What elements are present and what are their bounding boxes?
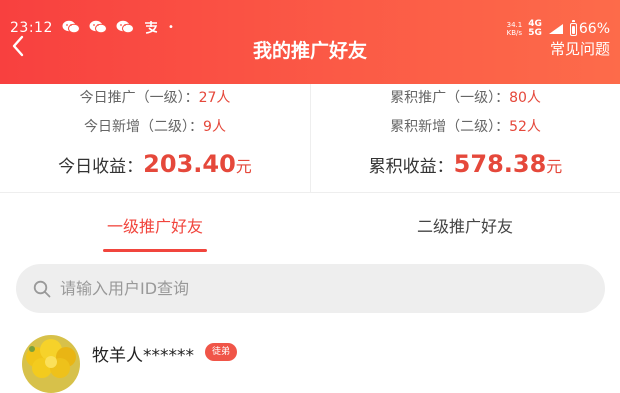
today-level1-value: 27人	[198, 90, 231, 106]
today-earnings-unit: 元	[235, 157, 252, 176]
today-level2-label: 今日新增（二级）：	[84, 119, 204, 135]
tab-level1-friends[interactable]: 一级推广好友	[0, 213, 310, 237]
friend-badge: 徒弟	[205, 343, 238, 361]
tab-level2-friends[interactable]: 二级推广好友	[310, 213, 620, 237]
battery-status: 66%	[569, 19, 610, 37]
total-earnings-amount: 578.38	[453, 150, 547, 178]
total-level2-line: 累积新增（二级）：52人	[311, 116, 620, 136]
today-earnings: 今日收益：203.40元	[0, 150, 310, 178]
total-earnings: 累积收益：578.38元	[311, 150, 620, 178]
wechat-icon	[116, 20, 134, 34]
battery-icon	[569, 19, 577, 36]
avatar-image	[22, 335, 80, 393]
avatar	[22, 335, 80, 393]
today-earnings-amount: 203.40	[143, 150, 236, 178]
network-speed: 34.1 KB/s	[507, 21, 523, 37]
total-earnings-label: 累积收益：	[368, 157, 454, 177]
app-header: 23:12 • 34.1 KB/s 4G 5G 66% 我的推广好友 常见问题	[0, 0, 620, 84]
today-level2-line: 今日新增（二级）：9人	[0, 116, 310, 136]
signal-icon	[548, 23, 564, 35]
search-input[interactable]	[60, 264, 580, 313]
search-icon	[33, 280, 51, 298]
status-dot: •	[168, 21, 174, 33]
friend-level-tabs: 一级推广好友 二级推广好友	[0, 193, 620, 255]
total-level1-label: 累积推广（一级）：	[390, 90, 510, 106]
total-level1-line: 累积推广（一级）：80人	[311, 87, 620, 107]
wechat-icon	[89, 20, 107, 34]
today-level1-line: 今日推广（一级）：27人	[0, 87, 310, 107]
battery-level: 66%	[578, 21, 610, 37]
total-stats: 累积推广（一级）：80人 累积新增（二级）：52人 累积收益：578.38元	[310, 84, 620, 192]
total-level1-value: 80人	[509, 90, 541, 106]
today-level1-label: 今日推广（一级）：	[79, 90, 199, 106]
wechat-icon	[62, 20, 80, 34]
today-stats: 今日推广（一级）：27人 今日新增（二级）：9人 今日收益：203.40元	[0, 84, 310, 192]
total-earnings-unit: 元	[546, 157, 563, 176]
earnings-summary: 今日推广（一级）：27人 今日新增（二级）：9人 今日收益：203.40元 累积…	[0, 84, 620, 193]
friend-list-item[interactable]: 牧羊人****** 徒弟	[0, 325, 620, 393]
notification-icons: •	[62, 20, 174, 34]
page-title: 我的推广好友	[252, 40, 367, 62]
today-earnings-label: 今日收益：	[58, 157, 144, 177]
total-level2-value: 52人	[509, 119, 541, 135]
friend-name: 牧羊人******	[92, 346, 194, 366]
net-speed-value: 34.1	[506, 21, 523, 29]
total-level2-label: 累积新增（二级）：	[390, 119, 510, 135]
today-level2-value: 9人	[203, 119, 226, 135]
alipay-icon	[145, 21, 158, 34]
search-bar[interactable]	[16, 264, 605, 313]
faq-link[interactable]: 常见问题	[550, 38, 610, 59]
active-tab-indicator	[103, 249, 207, 252]
